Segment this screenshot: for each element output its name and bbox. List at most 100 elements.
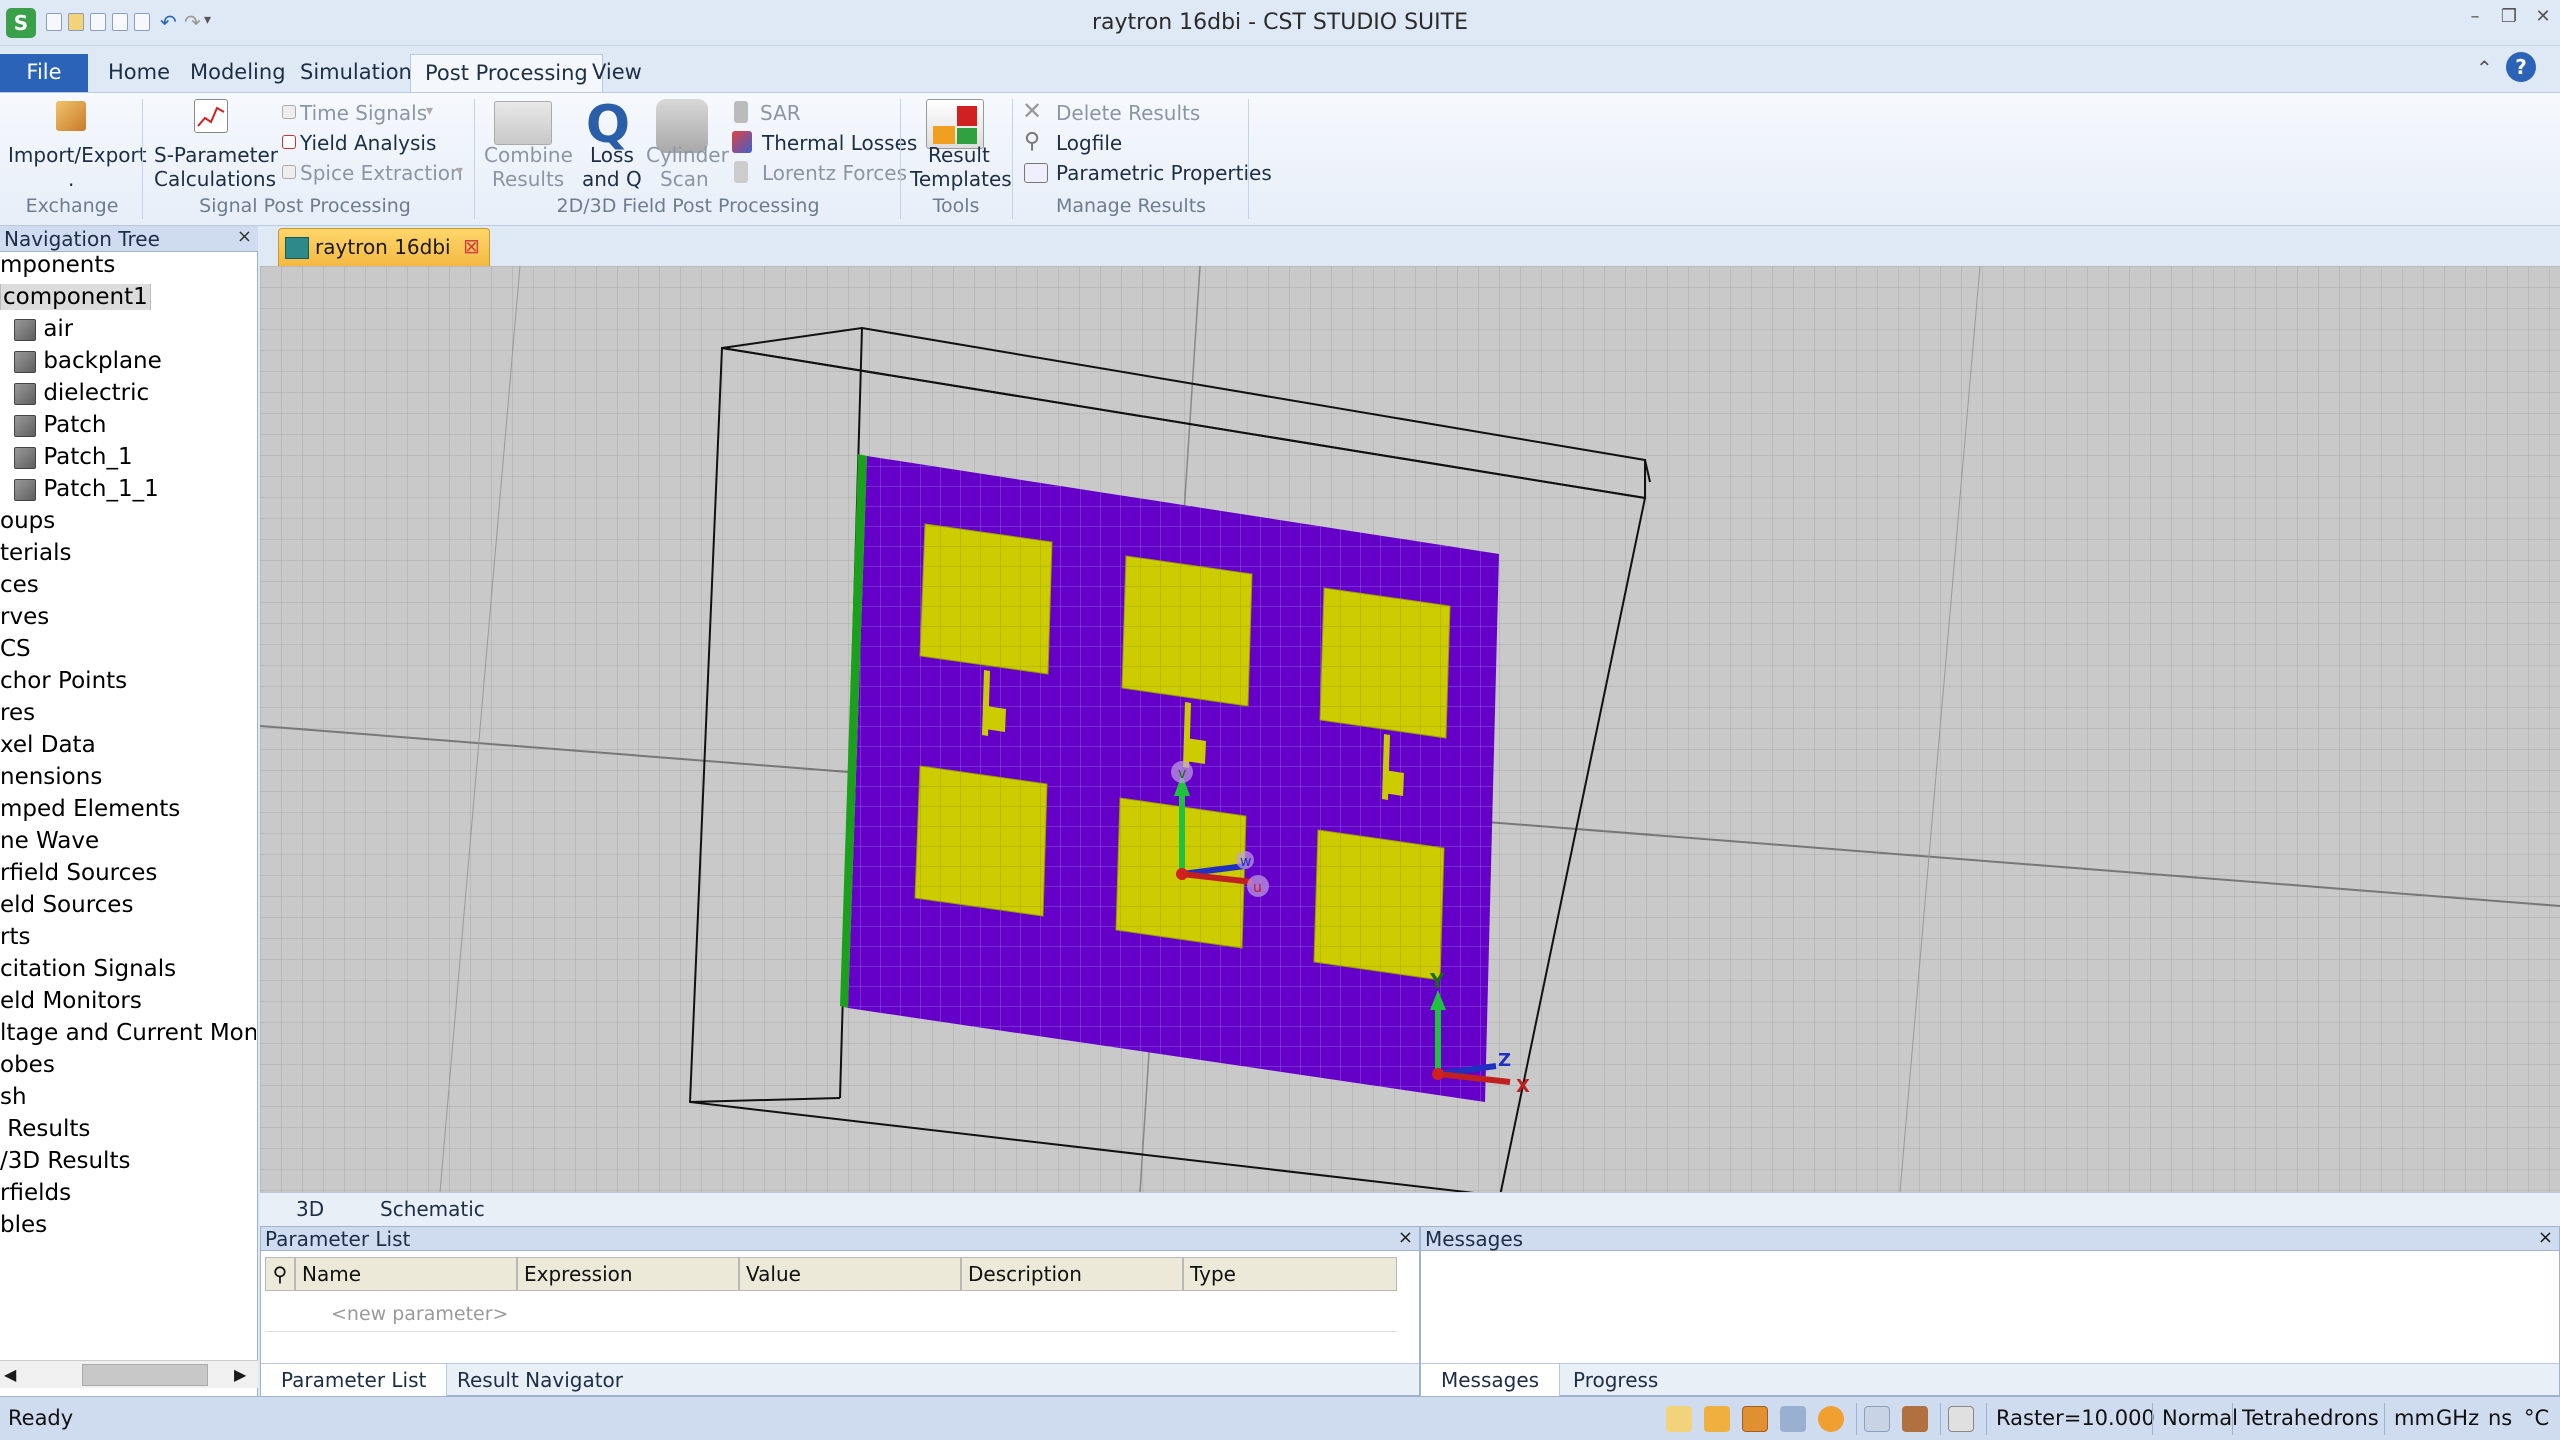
scrollbar-thumb[interactable] — [82, 1364, 208, 1386]
zoom-fit-icon[interactable] — [1666, 1406, 1692, 1432]
minimize-icon[interactable]: – — [2460, 6, 2490, 30]
column-name[interactable]: Name — [295, 1257, 517, 1291]
tab-schematic[interactable]: Schematic — [380, 1197, 485, 1221]
tree-item-air[interactable]: air — [14, 316, 73, 342]
tree-item-backplane[interactable]: backplane — [14, 348, 162, 374]
tree-item-ports[interactable]: rts — [0, 924, 30, 950]
tab-post-processing[interactable]: Post Processing — [410, 54, 603, 92]
restore-icon[interactable]: ❐ — [2494, 6, 2524, 30]
tree-item-tables[interactable]: bles — [0, 1212, 47, 1238]
yield-analysis-button[interactable]: Yield Analysis — [300, 131, 436, 155]
document-tab[interactable]: raytron 16dbi ⊠ — [278, 228, 490, 266]
sparameter-button-line1[interactable]: S-Parameter — [154, 143, 278, 167]
tree-item-mesh[interactable]: sh — [0, 1084, 27, 1110]
thermal-losses-button[interactable]: Thermal Losses — [762, 131, 917, 155]
loss-q-line1[interactable]: Loss — [590, 143, 634, 167]
tree-item-component1[interactable]: component1 — [0, 284, 151, 310]
tree-item-1d-results[interactable]: Results — [0, 1116, 90, 1142]
tree-item-patch-1[interactable]: Patch_1 — [14, 444, 133, 470]
parametric-properties-button[interactable]: Parametric Properties — [1056, 161, 1272, 185]
tree-item-wires[interactable]: res — [0, 700, 35, 726]
tab-simulation[interactable]: Simulation — [286, 54, 426, 92]
tree-item-patch-1-1[interactable]: Patch_1_1 — [14, 476, 159, 502]
tree-item-field-monitors[interactable]: eld Monitors — [0, 988, 142, 1014]
tab-modeling[interactable]: Modeling — [176, 54, 300, 92]
mesh-type[interactable]: Tetrahedrons — [2242, 1406, 2379, 1430]
column-value[interactable]: Value — [739, 1257, 961, 1291]
shade-icon[interactable] — [1902, 1406, 1928, 1432]
loss-q-line2[interactable]: and Q — [582, 167, 642, 191]
unit-temperature[interactable]: °C — [2524, 1406, 2549, 1430]
zoom-icon[interactable] — [1780, 1406, 1806, 1432]
sar-button[interactable]: SAR — [760, 101, 801, 125]
tab-progress[interactable]: Progress — [1573, 1368, 1658, 1392]
help-icon[interactable]: ? — [2506, 52, 2536, 82]
close-tab-icon[interactable]: ⊠ — [463, 234, 480, 258]
collapse-ribbon-icon[interactable]: ⌃ — [2476, 56, 2493, 80]
close-icon[interactable]: ✕ — [2528, 6, 2558, 30]
spice-extraction-dropdown-icon[interactable]: ▾ — [456, 163, 463, 179]
lorentz-forces-button[interactable]: Lorentz Forces — [762, 161, 907, 185]
combine-results-line1[interactable]: Combine — [484, 143, 573, 167]
time-signals-button[interactable]: Time Signals — [300, 101, 427, 125]
tab-parameter-list[interactable]: Parameter List — [261, 1364, 448, 1396]
3d-scene[interactable]: v w u Y Z X — [260, 266, 2560, 1192]
time-signals-dropdown-icon[interactable]: ▾ — [426, 103, 433, 119]
close-icon[interactable]: × — [237, 226, 252, 247]
import-export-button[interactable]: Import/Export — [8, 143, 147, 167]
tree-item-dimensions[interactable]: nensions — [0, 764, 102, 790]
spice-extraction-button[interactable]: Spice Extraction — [300, 161, 463, 185]
tab-file[interactable]: File — [0, 54, 88, 92]
result-templates-line2[interactable]: Templates — [910, 167, 1012, 191]
column-type[interactable]: Type — [1183, 1257, 1397, 1291]
box-view-icon[interactable] — [1948, 1406, 1974, 1432]
tab-home[interactable]: Home — [94, 54, 184, 92]
unit-time[interactable]: ns — [2488, 1406, 2512, 1430]
tree-item-components[interactable]: mponents — [0, 252, 115, 278]
spin-icon[interactable] — [1818, 1406, 1844, 1432]
rotate-icon[interactable] — [1742, 1406, 1768, 1432]
scroll-right-icon[interactable]: ▶ — [234, 1365, 246, 1384]
tree-item-lumped-elements[interactable]: mped Elements — [0, 796, 180, 822]
cylinder-scan-line2[interactable]: Scan — [660, 167, 709, 191]
tab-view[interactable]: View — [578, 54, 656, 92]
tab-messages[interactable]: Messages — [1421, 1364, 1561, 1396]
tree-item-excitation-signals[interactable]: citation Signals — [0, 956, 176, 982]
tree-item-curves[interactable]: rves — [0, 604, 49, 630]
logfile-button[interactable]: Logfile — [1056, 131, 1122, 155]
view-mode[interactable]: Normal — [2162, 1406, 2238, 1430]
unit-frequency[interactable]: GHz — [2436, 1406, 2479, 1430]
tree-item-groups[interactable]: oups — [0, 508, 55, 534]
new-parameter-row[interactable]: <new parameter> — [331, 1303, 508, 1325]
cylinder-scan-line1[interactable]: Cylinder — [646, 143, 729, 167]
column-expression[interactable]: Expression — [517, 1257, 739, 1291]
tree-item-materials[interactable]: terials — [0, 540, 71, 566]
tab-result-navigator[interactable]: Result Navigator — [457, 1368, 623, 1392]
tree-item-voltage-current-monitors[interactable]: ltage and Current Monito — [0, 1020, 256, 1046]
tree-item-probes[interactable]: obes — [0, 1052, 55, 1078]
horizontal-scrollbar[interactable]: ◀ ▶ — [0, 1360, 258, 1388]
tree-item-patch[interactable]: Patch — [14, 412, 106, 438]
close-icon[interactable]: × — [2538, 1227, 2553, 1248]
column-description[interactable]: Description — [961, 1257, 1183, 1291]
result-templates-line1[interactable]: Result — [928, 143, 990, 167]
tree-item-farfields[interactable]: rfields — [0, 1180, 71, 1206]
filter-icon[interactable]: ⚲ — [265, 1257, 295, 1291]
tree-item-plane-wave[interactable]: ne Wave — [0, 828, 99, 854]
tree-item-field-sources[interactable]: eld Sources — [0, 892, 133, 918]
combine-results-line2[interactable]: Results — [492, 167, 564, 191]
tab-3d[interactable]: 3D — [296, 1197, 324, 1221]
sparameter-button-line2[interactable]: Calculations — [154, 167, 276, 191]
delete-results-button[interactable]: Delete Results — [1056, 101, 1200, 125]
import-export-more[interactable]: . — [68, 167, 74, 191]
tree-item-farfield-sources[interactable]: rfield Sources — [0, 860, 157, 886]
unit-length[interactable]: mm — [2394, 1406, 2435, 1430]
pan-icon[interactable] — [1704, 1406, 1730, 1432]
tree-item-2d3d-results[interactable]: /3D Results — [0, 1148, 130, 1174]
close-icon[interactable]: × — [1398, 1227, 1413, 1248]
tree-item-dielectric[interactable]: dielectric — [14, 380, 149, 406]
fit-view-icon[interactable] — [1864, 1406, 1890, 1432]
tree-item-voxel-data[interactable]: xel Data — [0, 732, 96, 758]
3d-viewport[interactable]: v w u Y Z X — [260, 266, 2560, 1192]
tree-item-anchor-points[interactable]: chor Points — [0, 668, 127, 694]
